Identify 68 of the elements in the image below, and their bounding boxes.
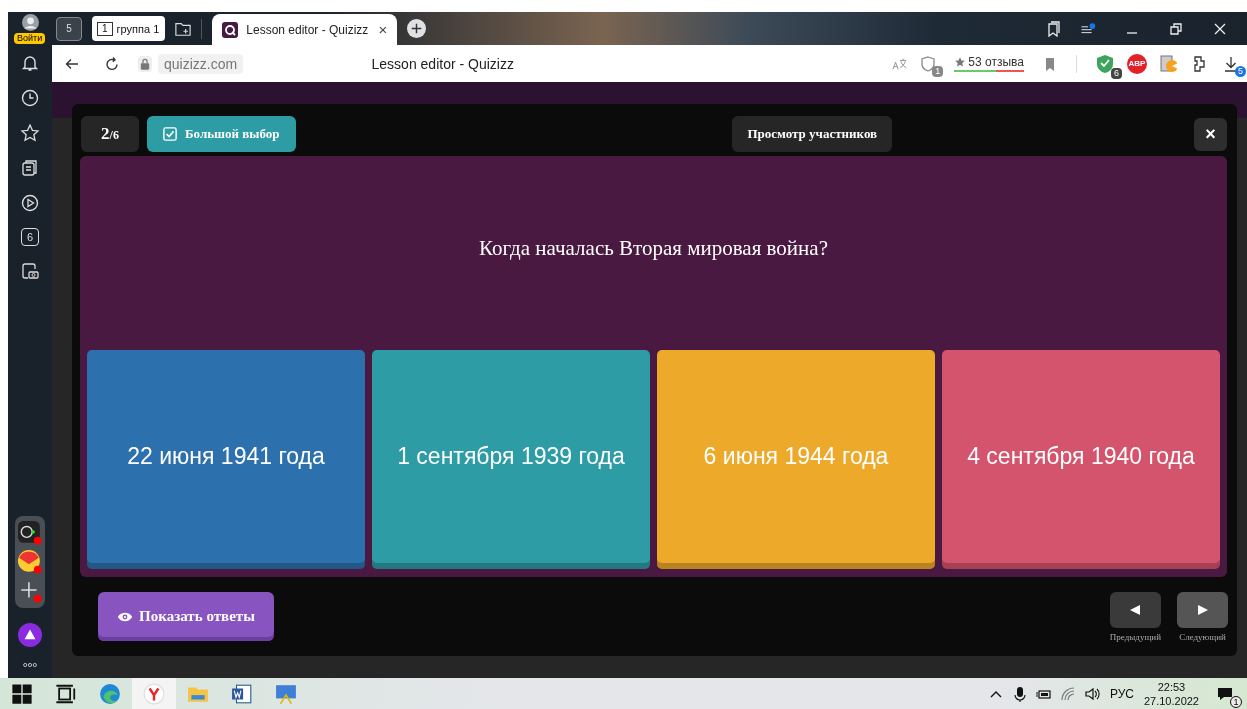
avatar-icon[interactable] (21, 14, 39, 31)
left-triangle-icon (1129, 604, 1142, 616)
previous-label: Предыдущий (1109, 632, 1161, 642)
new-tab-icon[interactable] (407, 19, 427, 38)
extension-icon[interactable] (1159, 53, 1179, 74)
lock-icon (138, 55, 152, 72)
mail-app-icon[interactable] (18, 550, 42, 574)
assistant-icon[interactable] (18, 623, 42, 647)
next-label: Следующий (1179, 632, 1226, 642)
snipping-tool-icon[interactable] (275, 682, 297, 705)
downloads-count: 5 (1235, 65, 1246, 77)
checkbox-icon (163, 127, 177, 141)
speaker-icon[interactable] (1083, 685, 1100, 702)
eye-icon (117, 610, 134, 623)
answer-option: 6 июня 1944 года (657, 350, 935, 569)
tab-group[interactable]: 1 группа 1 (92, 16, 166, 41)
close-tab-button[interactable]: × (378, 21, 388, 38)
bookmarks-icon[interactable] (1045, 20, 1061, 37)
word-document-icon[interactable] (231, 682, 253, 705)
url-field[interactable]: quizizz.com (138, 53, 244, 74)
play-icon[interactable] (20, 193, 40, 213)
url-text: quizizz.com (158, 53, 244, 74)
question-text: Когда началась Вторая мировая война? (478, 234, 829, 262)
answer-option: 1 сентября 1939 года (372, 350, 650, 569)
microphone-icon[interactable] (1011, 685, 1028, 702)
right-triangle-icon (1196, 604, 1209, 616)
more-icon[interactable] (22, 662, 38, 668)
answer-option: 22 июня 1941 года (87, 350, 365, 569)
question-counter: 2/6 (81, 116, 139, 152)
extension-count: 6 (1111, 67, 1122, 79)
edge-icon[interactable] (99, 682, 121, 705)
camera-app-icon[interactable] (18, 521, 42, 545)
yandex-browser-icon[interactable] (143, 682, 165, 705)
task-view-icon[interactable] (55, 682, 77, 705)
screenshot-icon[interactable] (20, 261, 40, 281)
new-group-icon[interactable] (175, 20, 192, 37)
adblock-button[interactable]: ABP (1127, 53, 1147, 74)
close-button[interactable]: × (1194, 117, 1227, 151)
login-badge[interactable]: Войти (14, 33, 46, 44)
show-answers-button[interactable]: Показать ответы (98, 592, 274, 641)
bell-icon[interactable] (20, 53, 40, 73)
shield-icon[interactable] (920, 55, 937, 72)
star-icon[interactable] (20, 123, 40, 143)
browser-tab[interactable]: Lesson editor - Quizizz × (212, 14, 398, 45)
shield-count: 1 (932, 65, 944, 77)
shield-extension-icon[interactable] (1095, 53, 1115, 74)
answer-option: 4 сентября 1940 года (942, 350, 1220, 569)
previous-button[interactable] (1109, 592, 1161, 628)
add-icon[interactable] (18, 579, 42, 603)
notifications-icon[interactable] (1217, 685, 1233, 702)
wifi-icon[interactable] (1059, 685, 1076, 702)
restore-icon[interactable] (1168, 20, 1184, 37)
quiz-logo-icon (222, 21, 239, 38)
reload-icon[interactable] (104, 55, 120, 72)
download-icon[interactable] (1223, 55, 1239, 72)
language-indicator[interactable]: РУС (1109, 686, 1134, 701)
participant-view-button[interactable]: Просмотр участников (732, 116, 893, 152)
next-button[interactable] (1177, 592, 1228, 628)
notification-count: 1 (1230, 695, 1242, 708)
page-title: Lesson editor - Quizizz (371, 55, 514, 72)
star-icon (954, 56, 967, 68)
reviews-link[interactable]: 53 отзыва (954, 55, 1024, 72)
collections-icon[interactable] (20, 158, 40, 178)
clock[interactable]: 22:53 27.10.2022 (1143, 679, 1199, 708)
windows-start-icon[interactable] (11, 682, 33, 705)
home-button[interactable]: 5 (56, 16, 82, 41)
counter-button[interactable]: 6 (21, 228, 39, 246)
clock-icon[interactable] (20, 88, 40, 108)
